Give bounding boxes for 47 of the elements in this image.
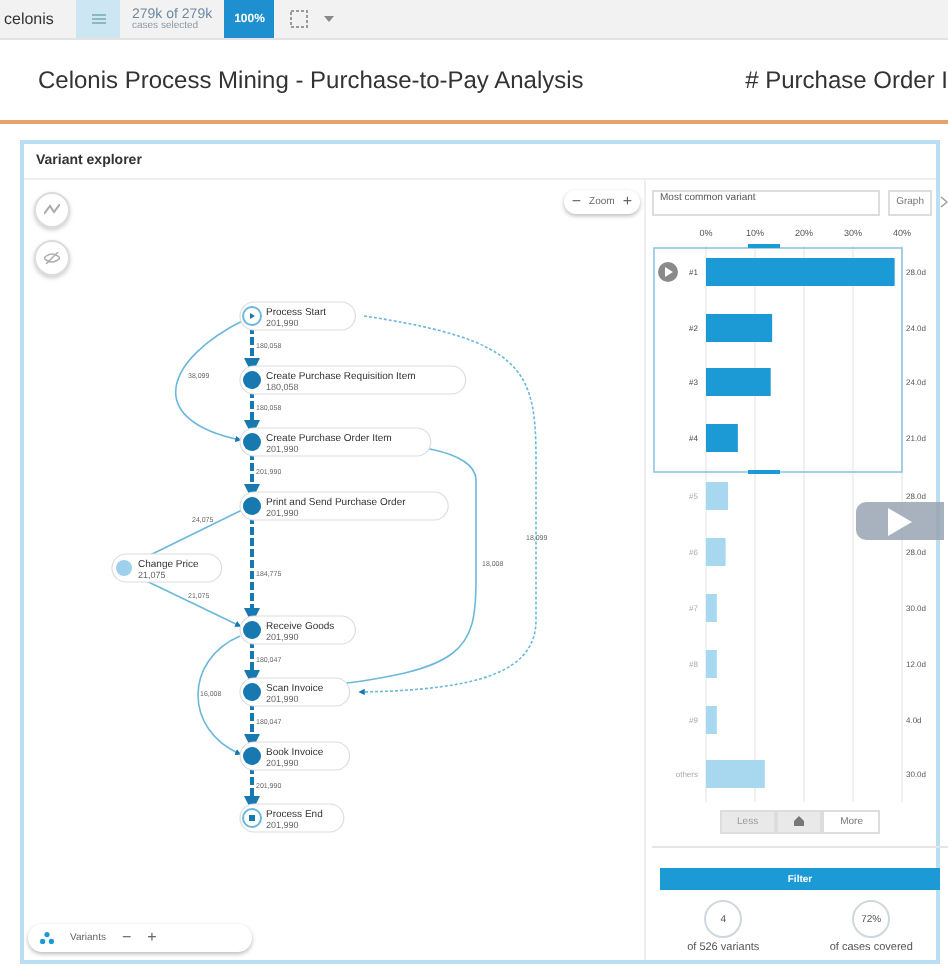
node-label-background bbox=[239, 677, 351, 707]
variant-bar[interactable] bbox=[706, 314, 773, 342]
chevron-right-icon[interactable] bbox=[940, 196, 948, 208]
selection-icon[interactable] bbox=[290, 10, 309, 28]
layout-button[interactable] bbox=[34, 192, 70, 228]
play-icon[interactable] bbox=[658, 262, 678, 282]
activity-node-icon bbox=[243, 621, 261, 639]
variant-bar[interactable] bbox=[706, 760, 765, 788]
page-title: Celonis Process Mining - Purchase-to-Pay Analysis bbox=[38, 66, 584, 94]
node-label-background bbox=[239, 741, 351, 771]
kpi-title: # Purchase Order I bbox=[745, 66, 948, 94]
variant-bar[interactable] bbox=[706, 368, 771, 396]
menu-button[interactable] bbox=[76, 0, 120, 38]
variant-bar[interactable] bbox=[706, 538, 726, 566]
more-variants-button[interactable]: + bbox=[147, 930, 157, 946]
activity-node-icon bbox=[243, 371, 261, 389]
hide-button[interactable] bbox=[34, 240, 70, 276]
home-button[interactable] bbox=[776, 810, 823, 834]
variant-bar[interactable] bbox=[706, 594, 717, 622]
variant-bar[interactable] bbox=[706, 482, 729, 510]
node-label-background bbox=[239, 301, 356, 331]
variant-bar[interactable] bbox=[706, 706, 717, 734]
next-slide-button[interactable] bbox=[856, 502, 944, 540]
layout-icon bbox=[44, 204, 60, 216]
activity-node-icon bbox=[243, 433, 261, 451]
eye-slash-icon bbox=[44, 252, 60, 264]
node-label-background bbox=[111, 553, 223, 583]
play-icon bbox=[888, 507, 912, 535]
activity-node-icon bbox=[243, 497, 261, 515]
variant-bar[interactable] bbox=[706, 424, 738, 452]
zoom-out-button[interactable]: − bbox=[571, 194, 582, 210]
resize-handle[interactable] bbox=[748, 470, 780, 474]
activity-node-icon bbox=[116, 560, 132, 576]
fewer-variants-button[interactable]: − bbox=[121, 930, 132, 946]
caret-icon[interactable] bbox=[324, 16, 335, 22]
variants-icon bbox=[40, 932, 54, 944]
node-label-background bbox=[239, 803, 345, 833]
logo[interactable]: celonis bbox=[4, 10, 76, 28]
activity-node-icon bbox=[243, 683, 261, 701]
node-label-background bbox=[239, 615, 356, 645]
variant-bar[interactable] bbox=[706, 650, 717, 678]
resize-handle[interactable] bbox=[748, 244, 780, 248]
selection-frame[interactable] bbox=[653, 247, 903, 473]
activity-node-icon bbox=[243, 747, 261, 765]
home-icon bbox=[794, 815, 805, 825]
zoom-in-button[interactable]: + bbox=[622, 194, 632, 210]
menu-icon bbox=[91, 14, 105, 24]
